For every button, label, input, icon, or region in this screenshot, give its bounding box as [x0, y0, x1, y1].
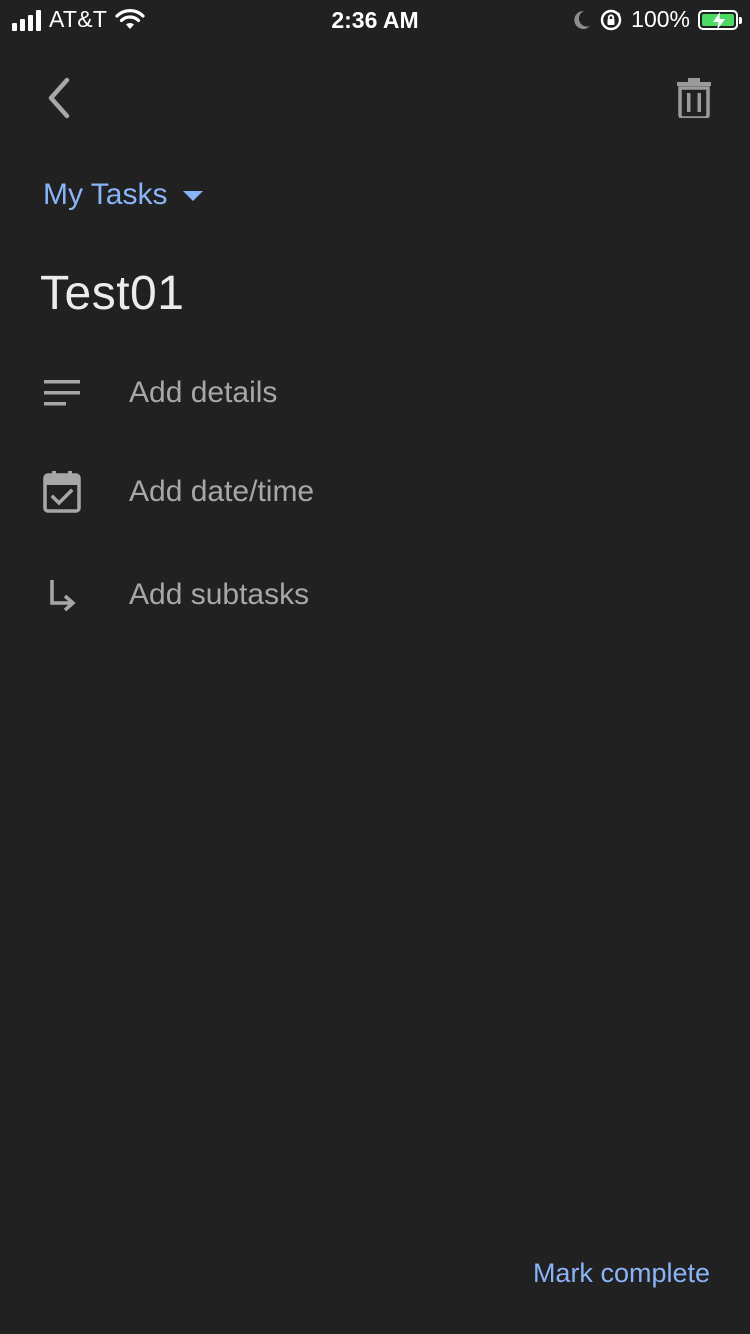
list-selector-label: My Tasks: [43, 178, 168, 211]
status-right: 100%: [571, 6, 742, 33]
chevron-left-icon: [43, 76, 73, 120]
subtask-arrow-icon: [40, 573, 84, 617]
status-bar: AT&T 2:36 AM 100%: [0, 0, 750, 40]
dropdown-arrow-icon: [183, 191, 204, 201]
task-title-field[interactable]: Test01: [40, 266, 184, 321]
add-date-time-row[interactable]: Add date/time: [0, 452, 750, 532]
list-selector-dropdown[interactable]: My Tasks: [43, 178, 204, 212]
trash-icon: [677, 78, 711, 118]
add-details-row[interactable]: Add details: [0, 353, 750, 433]
add-subtasks-label: Add subtasks: [129, 578, 310, 611]
battery-percentage: 100%: [631, 6, 690, 32]
add-subtasks-row[interactable]: Add subtasks: [0, 555, 750, 635]
back-button[interactable]: [30, 70, 86, 126]
notes-icon: [40, 371, 84, 415]
delete-button[interactable]: [666, 70, 722, 126]
moon-icon: [571, 9, 591, 31]
mark-complete-button[interactable]: Mark complete: [533, 1258, 710, 1289]
add-details-label: Add details: [129, 376, 278, 409]
add-date-time-label: Add date/time: [129, 475, 315, 508]
battery-charging-icon: [698, 9, 742, 30]
rotation-lock-icon: [599, 8, 623, 32]
calendar-check-icon: [40, 470, 84, 514]
